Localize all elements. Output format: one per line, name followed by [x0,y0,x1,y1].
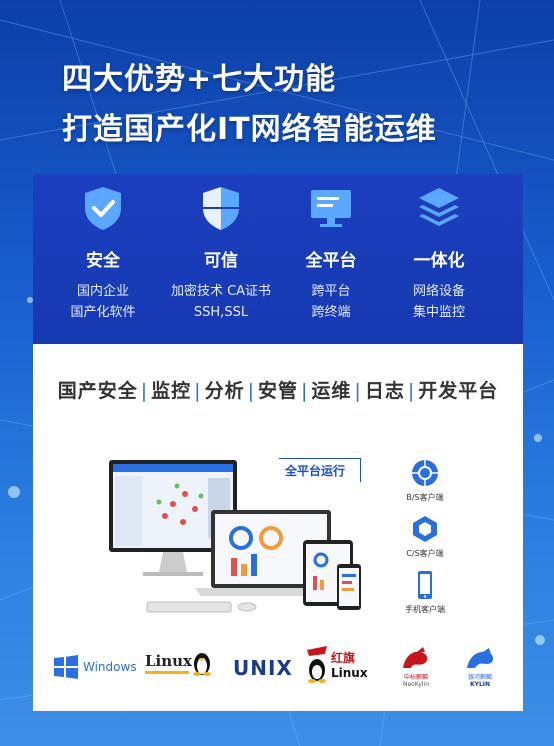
feature-secure: 安全 国内企业 国产化软件 [47,184,159,323]
monitor-icon [311,190,351,227]
platform-label: 全平台运行 [285,464,346,478]
feature-desc: 加密技术 CA证书 [170,284,272,299]
logo-neokylin: 中标麒麟 NeoKylin [399,646,433,688]
module-item: 国产安全 [57,380,138,402]
tux-icon [193,653,211,676]
feature-name: 可信 [204,251,238,271]
module-item: 安管 [257,380,298,402]
windows-icon [54,655,78,679]
client-label: B/S客户端 [406,493,444,502]
logo-unix: UNIX [233,656,293,680]
redflag-tux-icon [307,646,327,683]
neokylin-icon [403,647,428,668]
module-separator: | [354,380,362,402]
module-item: 监控 [151,380,192,402]
client-label: C/S客户端 [406,549,444,558]
feature-trusted: 可信 加密技术 CA证书 SSH,SSL [165,184,277,323]
logo-windows: Windows [53,654,137,680]
feature-name: 全平台 [305,251,357,271]
layers-icon [419,188,459,226]
logo-kylin-en: KYLIN [469,681,491,688]
feature-name: 一体化 [413,251,465,271]
browser-client-icon [412,460,438,486]
logo-unix-text: UNIX [233,656,293,680]
shield-check-icon [85,187,121,230]
devices-illustration [109,460,361,613]
client-label: 手机客户端 [405,605,445,614]
module-item: 分析 [204,380,245,402]
feature-desc: SSH,SSL [193,305,249,320]
kylin-icon [467,648,494,668]
feature-integrated: 一体化 网络设备 集中监控 [383,184,495,323]
logo-kylin-cn: 银河麒麟 [467,674,492,681]
white-panel: 国产安全 | 监控 | 分析 | 安管 | 运维 | 日志 | 开发平台 全平台… [33,344,523,711]
shield-half-icon [203,187,239,230]
module-item: 开发平台 [418,380,499,402]
logo-linux-text: Linux [145,651,192,670]
logo-windows-text: Windows [83,660,137,674]
feature-desc: 跨平台 [311,284,351,299]
hero-title-line2: 打造国产化IT网络智能运维 [62,112,437,147]
client-mobile: 手机客户端 [395,570,455,615]
feature-name: 安全 [86,251,120,271]
feature-desc: 集中监控 [412,305,465,320]
module-item: 运维 [311,380,352,402]
cs-client-icon [413,516,437,542]
os-logos: Windows Linux UNIX 红旗 Linux 中标麒麟 NeoKyli… [33,644,523,694]
feature-all-platform: 全平台 跨平台 跨终端 [275,184,387,323]
logo-neokylin-en: NeoKylin [402,681,430,688]
hero-title-line1: 四大优势+七大功能 [62,62,337,97]
feature-desc: 网络设备 [412,284,465,299]
logo-neokylin-cn: 中标麒麟 [403,674,428,681]
logo-redflag-linux: Linux [331,665,368,680]
logo-redflag: 红旗 Linux [305,644,368,684]
module-separator: | [407,380,416,402]
logo-redflag-cn: 红旗 [331,650,356,665]
module-separator: | [301,380,309,402]
features-panel: 安全 国内企业 国产化软件 可信 加密技术 CA证书 SSH,SSL 全平台 跨… [33,174,523,344]
feature-desc: 跨终端 [311,305,351,320]
feature-desc: 国产化软件 [70,305,136,320]
logo-linux: Linux [145,648,212,676]
logo-kylin: 银河麒麟 KYLIN [463,646,497,688]
client-bs: B/S客户端 [395,458,455,503]
feature-desc: 国内企业 [76,284,129,299]
mobile-client-icon [418,571,432,599]
module-separator: | [194,380,202,402]
module-separator: | [140,380,149,402]
modules-bar: 国产安全 | 监控 | 分析 | 安管 | 运维 | 日志 | 开发平台 [33,376,523,403]
client-cs: C/S客户端 [395,514,455,559]
module-item: 日志 [364,380,405,402]
module-separator: | [247,380,255,402]
